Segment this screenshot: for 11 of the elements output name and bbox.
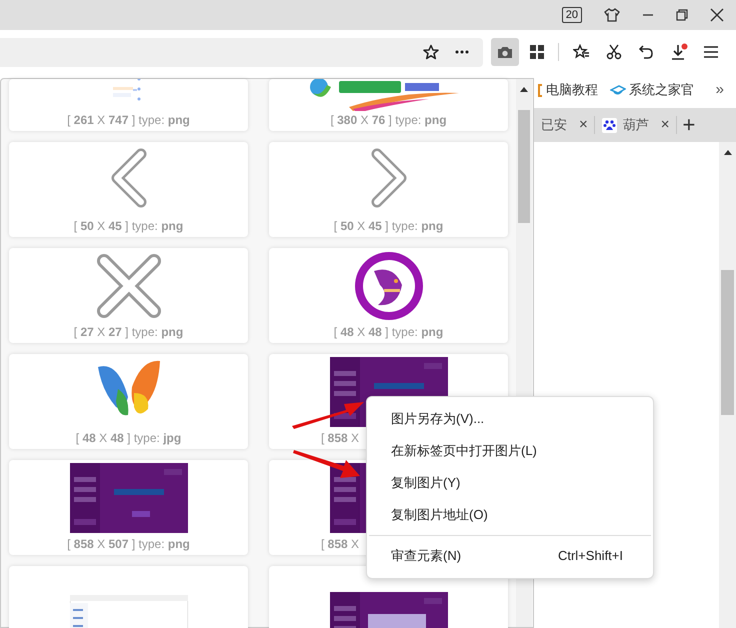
image-caption: [ 858 X [321, 430, 360, 447]
shortcut-text: Ctrl+Shift+I [558, 547, 623, 566]
image-caption: [ 858 X 507 ] type: png [67, 536, 190, 553]
image-caption: [ 858 X [321, 536, 360, 553]
image-caption: [ 50 X 45 ] type: png [334, 218, 444, 235]
image-caption: [ 48 X 48 ] type: jpg [76, 430, 182, 447]
image-caption: [ 50 X 45 ] type: png [74, 218, 184, 235]
image-caption: [ 380 X 76 ] type: png [330, 112, 447, 129]
image-caption: [ 48 X 48 ] type: png [334, 324, 444, 341]
image-caption: [ 27 X 27 ] type: png [74, 324, 184, 341]
image-caption: [ 261 X 747 ] type: png [67, 112, 190, 129]
